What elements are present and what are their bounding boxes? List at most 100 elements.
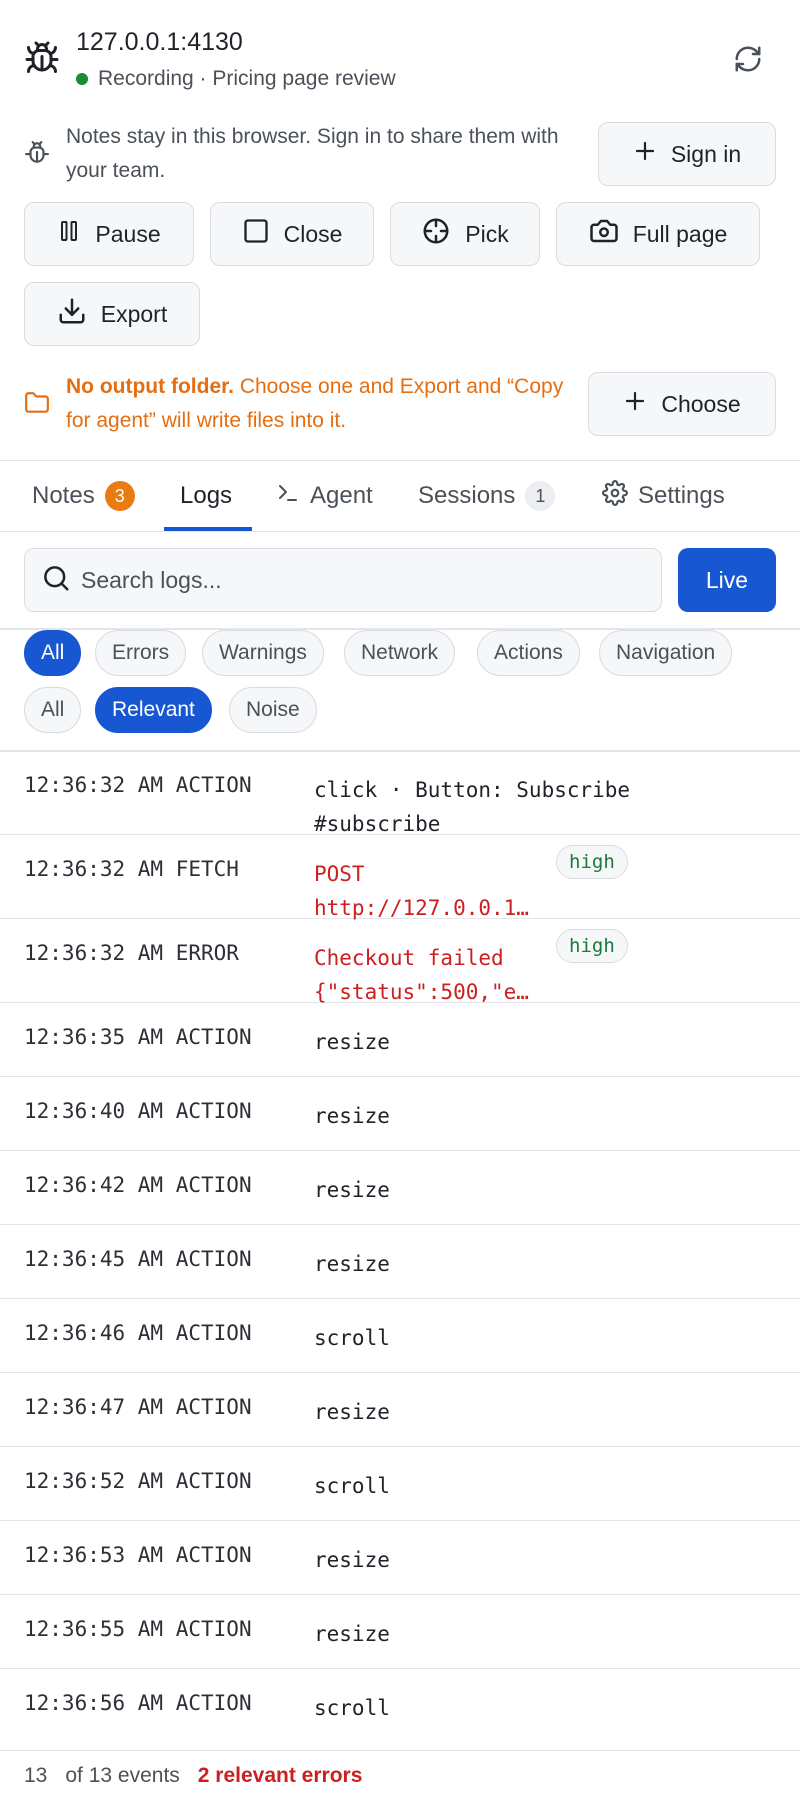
log-time: 12:36:40 AM ACTION	[24, 1099, 252, 1123]
log-time: 12:36:47 AM ACTION	[24, 1395, 252, 1419]
refresh-button[interactable]	[732, 44, 764, 76]
tab-logs-label: Logs	[180, 482, 233, 509]
log-row[interactable]: 12:36:56 AM ACTION scroll	[0, 1669, 800, 1750]
filter-type-network[interactable]: Network	[344, 630, 456, 676]
filter-type-errors[interactable]: Errors	[95, 630, 187, 676]
export-button[interactable]: Export	[24, 282, 200, 346]
tab-agent[interactable]: Agent	[276, 461, 373, 531]
choose-folder-button[interactable]: Choose	[588, 372, 776, 436]
pause-icon	[57, 218, 81, 250]
log-message: scroll	[314, 1696, 390, 1720]
search-icon	[41, 563, 71, 598]
log-message: Checkout failed {"status":500,"e…	[314, 946, 529, 1004]
full-page-button[interactable]: Full page	[556, 202, 760, 266]
filter-type-actions[interactable]: Actions	[477, 630, 580, 676]
log-row[interactable]: 12:36:45 AM ACTION resize	[0, 1225, 800, 1299]
filter-type-warnings[interactable]: Warnings	[202, 630, 324, 676]
log-row[interactable]: 12:36:53 AM ACTION resize	[0, 1521, 800, 1595]
filter-relevance-relevant[interactable]: Relevant	[95, 687, 212, 733]
log-time: 12:36:45 AM ACTION	[24, 1247, 252, 1271]
plus-icon	[633, 139, 657, 169]
crosshair-icon	[421, 216, 451, 252]
severity-badge: high	[556, 845, 628, 879]
export-label: Export	[100, 300, 168, 327]
relevant-errors-count: 2 relevant errors	[197, 1763, 363, 1787]
tab-notes[interactable]: Notes 3	[32, 461, 135, 531]
tab-settings[interactable]: Settings	[602, 461, 725, 531]
plus-icon	[623, 389, 647, 419]
log-message: resize	[314, 1178, 390, 1202]
pause-button[interactable]: Pause	[24, 202, 194, 266]
live-button[interactable]: Live	[678, 548, 776, 612]
log-message: click · Button: Subscribe #subscribe	[314, 778, 631, 836]
output-folder-title: No output folder.	[66, 375, 234, 398]
active-tab-indicator	[164, 527, 252, 531]
sign-in-label: Sign in	[670, 140, 742, 167]
log-row[interactable]: 12:36:47 AM ACTION resize	[0, 1373, 800, 1447]
log-time: 12:36:56 AM ACTION	[24, 1691, 252, 1715]
output-folder-notice: No output folder. Choose one and Export …	[66, 370, 586, 438]
log-row[interactable]: 12:36:32 AM ERROR Checkout failed {"statu…	[0, 919, 800, 1004]
filter-relevance-all[interactable]: All	[24, 687, 82, 733]
square-icon	[242, 217, 270, 251]
close-button[interactable]: Close	[210, 202, 374, 266]
log-message: resize	[314, 1252, 390, 1276]
tab-notes-label: Notes	[32, 482, 95, 509]
log-row[interactable]: 12:36:55 AM ACTION resize	[0, 1595, 800, 1669]
recording-dot	[76, 73, 88, 85]
search-input[interactable]	[81, 566, 641, 594]
tab-sessions[interactable]: Sessions 1	[418, 461, 556, 531]
log-message: resize	[314, 1400, 390, 1424]
recording-status: Recording · Pricing page review	[76, 67, 396, 91]
bug-icon	[24, 40, 60, 76]
refresh-icon	[733, 46, 763, 77]
log-time: 12:36:32 AM ACTION	[24, 773, 252, 797]
sign-in-notice: Notes stay in this browser. Sign in to s…	[66, 125, 559, 182]
log-time: 12:36:55 AM ACTION	[24, 1617, 252, 1641]
log-time: 12:36:46 AM ACTION	[24, 1321, 252, 1345]
recording-status-text: Recording · Pricing page review	[98, 67, 396, 90]
filter-relevance-noise[interactable]: Noise	[229, 687, 317, 733]
log-row[interactable]: 12:36:35 AM ACTION resize	[0, 1003, 800, 1077]
terminal-icon	[276, 481, 300, 512]
log-time: 12:36:42 AM ACTION	[24, 1173, 252, 1197]
camera-icon	[589, 216, 619, 252]
log-time: 12:36:32 AM FETCH	[24, 857, 239, 881]
log-time: 12:36:32 AM ERROR	[24, 941, 239, 965]
log-row[interactable]: 12:36:42 AM ACTION resize	[0, 1151, 800, 1225]
sign-in-button[interactable]: Sign in	[598, 122, 776, 186]
sessions-count-badge: 1	[525, 481, 556, 511]
log-message: scroll	[314, 1326, 390, 1350]
log-message: scroll	[314, 1474, 390, 1498]
status-footer: 13 of 13 events 2 relevant errors	[0, 1750, 800, 1800]
log-message: resize	[314, 1104, 390, 1128]
download-icon	[57, 296, 87, 332]
log-message: resize	[314, 1548, 390, 1572]
tab-sessions-label: Sessions	[418, 482, 516, 509]
filter-type-all[interactable]: All	[24, 630, 82, 676]
log-message: POST http://127.0.0.1…	[314, 862, 529, 920]
log-row[interactable]: 12:36:40 AM ACTION resize	[0, 1077, 800, 1151]
event-count: 13	[24, 1763, 48, 1787]
pick-button[interactable]: Pick	[390, 202, 540, 266]
close-label: Close	[283, 220, 343, 247]
tab-agent-label: Agent	[310, 482, 373, 509]
log-row[interactable]: 12:36:32 AM ACTION click · Button: Subsc…	[0, 751, 800, 836]
tab-bar: Notes 3 Logs Agent Sessions 1 Settings	[0, 460, 800, 532]
gear-icon	[602, 479, 628, 513]
log-row[interactable]: 12:36:46 AM ACTION scroll	[0, 1299, 800, 1373]
log-time: 12:36:53 AM ACTION	[24, 1543, 252, 1567]
choose-label: Choose	[661, 390, 741, 417]
full-page-label: Full page	[632, 220, 728, 247]
tab-logs[interactable]: Logs	[180, 461, 232, 531]
log-row[interactable]: 12:36:32 AM FETCH POST http://127.0.0.1… …	[0, 835, 800, 920]
severity-badge: high	[556, 929, 628, 963]
log-time: 12:36:52 AM ACTION	[24, 1469, 252, 1493]
pause-label: Pause	[95, 220, 161, 247]
bug-icon	[24, 140, 50, 171]
log-message: resize	[314, 1622, 390, 1646]
header: 127.0.0.1:4130 Recording · Pricing page …	[0, 0, 800, 112]
log-row[interactable]: 12:36:52 AM ACTION scroll	[0, 1447, 800, 1521]
filter-type-navigation[interactable]: Navigation	[599, 630, 733, 676]
page-title: 127.0.0.1:4130	[76, 28, 243, 56]
